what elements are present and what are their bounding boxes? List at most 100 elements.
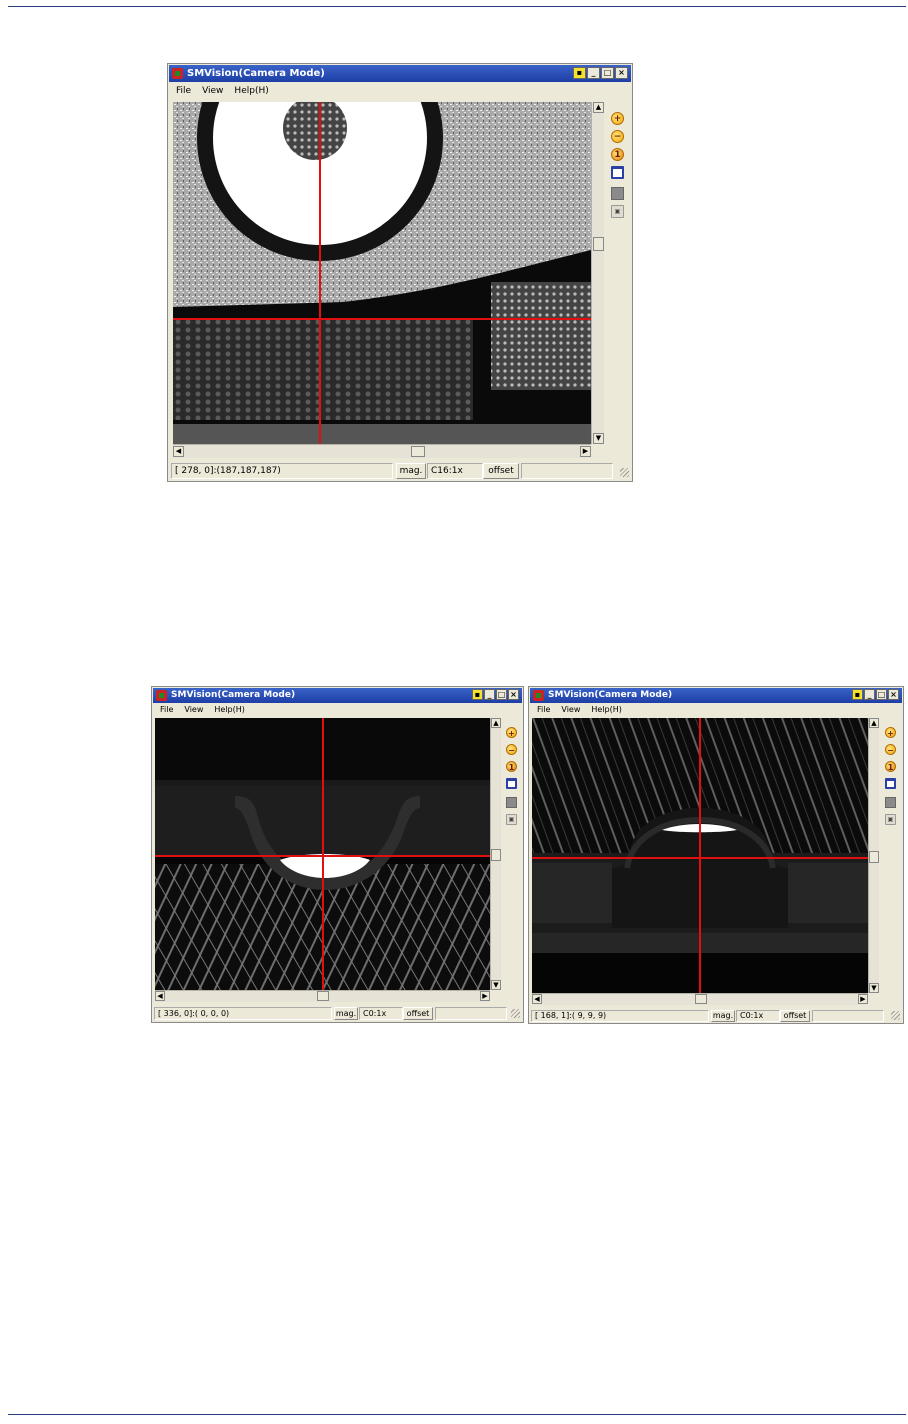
vertical-scroll-thumb[interactable]	[491, 849, 501, 861]
maximize-button[interactable]: □	[876, 689, 887, 700]
pin-button[interactable]: ▪	[573, 67, 586, 79]
tool-column: + − 1 ▣	[611, 112, 624, 223]
vertical-scrollbar[interactable]: ▲ ▼	[591, 102, 604, 444]
horizontal-scroll-thumb[interactable]	[411, 446, 425, 457]
menu-help[interactable]: Help(H)	[234, 86, 268, 96]
camera-window-1: SMVision(Camera Mode) ▪ _ □ × File View He…	[167, 63, 633, 482]
status-empty	[521, 463, 613, 479]
menu-file[interactable]: File	[537, 705, 550, 714]
app-icon	[172, 68, 183, 79]
status-empty	[435, 1007, 507, 1020]
bottom-rule	[8, 1414, 906, 1415]
camera-image-view[interactable]	[173, 102, 591, 444]
pin-button[interactable]: ▪	[472, 689, 483, 700]
mag-value: C0:1x	[736, 1010, 780, 1022]
resize-grip[interactable]	[620, 468, 629, 477]
menu-bar: File View Help(H)	[169, 83, 631, 99]
scroll-up-arrow[interactable]: ▲	[593, 102, 604, 113]
offset-label: offset	[780, 1010, 810, 1022]
camera-image-view[interactable]	[155, 718, 490, 990]
close-button[interactable]: ×	[615, 67, 628, 79]
zoom-out-icon[interactable]: −	[506, 744, 517, 755]
status-coords: [ 168, 1]:( 9, 9, 9)	[531, 1010, 709, 1022]
scroll-down-arrow[interactable]: ▼	[491, 980, 501, 990]
scroll-down-arrow[interactable]: ▼	[869, 983, 879, 993]
scroll-right-arrow[interactable]: ▶	[858, 994, 868, 1004]
frame-icon[interactable]	[885, 778, 896, 789]
crosshair	[532, 718, 868, 993]
scroll-up-arrow[interactable]: ▲	[869, 718, 879, 728]
frame-icon[interactable]	[611, 166, 624, 179]
horizontal-scrollbar[interactable]: ◀ ▶	[173, 444, 591, 458]
vertical-scrollbar[interactable]: ▲ ▼	[490, 718, 501, 990]
mag-label: mag.	[334, 1007, 358, 1020]
minimize-button[interactable]: _	[587, 67, 600, 79]
gray-block-icon[interactable]	[885, 797, 896, 808]
pin-button[interactable]: ▪	[852, 689, 863, 700]
maximize-button[interactable]: □	[496, 689, 507, 700]
horizontal-scrollbar[interactable]: ◀ ▶	[155, 990, 490, 1002]
zoom-in-icon[interactable]: +	[885, 727, 896, 738]
menu-help[interactable]: Help(H)	[214, 705, 245, 714]
zoom-fit-icon[interactable]: 1	[611, 148, 624, 161]
status-bar: [ 278, 0]:(187,187,187) mag. C16:1x offs…	[169, 463, 631, 479]
close-button[interactable]: ×	[508, 689, 519, 700]
small-tool-icon[interactable]: ▣	[611, 205, 624, 218]
small-tool-icon[interactable]: ▣	[506, 814, 517, 825]
camera-image-view[interactable]	[532, 718, 868, 993]
menu-view[interactable]: View	[184, 705, 203, 714]
scroll-up-arrow[interactable]: ▲	[491, 718, 501, 728]
zoom-in-icon[interactable]: +	[611, 112, 624, 125]
tool-column: + − 1 ▣	[506, 727, 517, 830]
menu-view[interactable]: View	[202, 86, 223, 96]
scroll-left-arrow[interactable]: ◀	[155, 991, 165, 1001]
close-button[interactable]: ×	[888, 689, 899, 700]
camera-window-2: SMVision(Camera Mode) ▪ _ □ × File View He…	[151, 686, 524, 1023]
frame-icon[interactable]	[506, 778, 517, 789]
menu-file[interactable]: File	[176, 86, 191, 96]
title-bar[interactable]: SMVision(Camera Mode) ▪ _ □ ×	[153, 688, 522, 703]
scroll-down-arrow[interactable]: ▼	[593, 433, 604, 444]
zoom-fit-icon[interactable]: 1	[885, 761, 896, 772]
small-tool-icon[interactable]: ▣	[885, 814, 896, 825]
app-icon	[533, 690, 544, 701]
zoom-out-icon[interactable]: −	[885, 744, 896, 755]
status-coords: [ 336, 0]:( 0, 0, 0)	[154, 1007, 332, 1020]
scroll-left-arrow[interactable]: ◀	[173, 446, 184, 457]
gray-block-icon[interactable]	[506, 797, 517, 808]
tool-column: + − 1 ▣	[885, 727, 896, 830]
zoom-in-icon[interactable]: +	[506, 727, 517, 738]
horizontal-scroll-thumb[interactable]	[317, 991, 329, 1001]
scroll-right-arrow[interactable]: ▶	[580, 446, 591, 457]
zoom-fit-icon[interactable]: 1	[506, 761, 517, 772]
minimize-button[interactable]: _	[864, 689, 875, 700]
maximize-button[interactable]: □	[601, 67, 614, 79]
vertical-scroll-thumb[interactable]	[869, 851, 879, 863]
vertical-scrollbar[interactable]: ▲ ▼	[868, 718, 879, 993]
resize-grip[interactable]	[891, 1011, 900, 1020]
window-title: SMVision(Camera Mode)	[548, 690, 673, 700]
status-bar: [ 168, 1]:( 9, 9, 9) mag. C0:1x offset	[530, 1010, 902, 1022]
scroll-left-arrow[interactable]: ◀	[532, 994, 542, 1004]
status-bar: [ 336, 0]:( 0, 0, 0) mag. C0:1x offset	[153, 1007, 522, 1020]
window-title: SMVision(Camera Mode)	[171, 690, 296, 700]
crosshair	[173, 102, 591, 444]
top-rule	[8, 6, 906, 7]
zoom-out-icon[interactable]: −	[611, 130, 624, 143]
menu-help[interactable]: Help(H)	[591, 705, 622, 714]
menu-file[interactable]: File	[160, 705, 173, 714]
minimize-button[interactable]: _	[484, 689, 495, 700]
menu-bar: File View Help(H)	[530, 703, 902, 717]
title-bar[interactable]: SMVision(Camera Mode) ▪ _ □ ×	[530, 688, 902, 703]
resize-grip[interactable]	[511, 1009, 520, 1018]
mag-value: C16:1x	[427, 463, 483, 479]
vertical-scroll-thumb[interactable]	[593, 237, 604, 251]
horizontal-scroll-thumb[interactable]	[695, 994, 707, 1004]
horizontal-scrollbar[interactable]: ◀ ▶	[532, 993, 868, 1005]
menu-bar: File View Help(H)	[153, 703, 522, 717]
scroll-right-arrow[interactable]: ▶	[480, 991, 490, 1001]
title-bar[interactable]: SMVision(Camera Mode) ▪ _ □ ×	[169, 65, 631, 82]
menu-view[interactable]: View	[561, 705, 580, 714]
offset-label: offset	[403, 1007, 433, 1020]
gray-block-icon[interactable]	[611, 187, 624, 200]
